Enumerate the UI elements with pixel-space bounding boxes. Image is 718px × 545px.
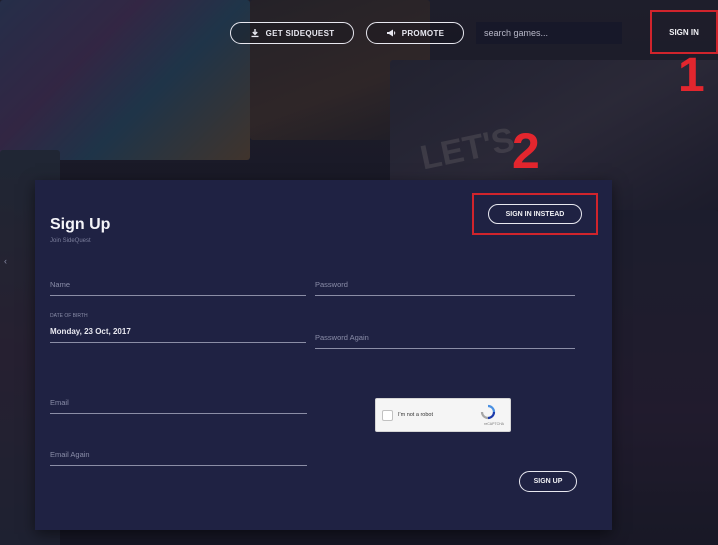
sign-in-instead-highlight: SIGN IN INSTEAD: [472, 193, 598, 235]
sign-up-button[interactable]: SIGN UP: [519, 471, 577, 492]
captcha-footer: reCAPTCHA: [484, 422, 504, 426]
megaphone-icon: [386, 29, 395, 37]
recaptcha-widget: I'm not a robot reCAPTCHA: [375, 398, 511, 432]
promote-button[interactable]: PROMOTE: [366, 22, 464, 44]
email-again-placeholder: Email Again: [50, 450, 90, 459]
date-of-birth-value: Monday, 23 Oct, 2017: [50, 327, 131, 336]
password-placeholder: Password: [315, 280, 348, 289]
annotation-marker-2: 2: [512, 123, 540, 179]
captcha-label: I'm not a robot: [398, 412, 433, 418]
get-sidequest-label: GET SIDEQUEST: [265, 28, 335, 38]
sign-in-button[interactable]: SIGN IN: [669, 28, 699, 37]
download-icon: [251, 29, 259, 38]
page-subtitle: Join SideQuest: [50, 238, 91, 244]
sign-in-highlight: SIGN IN: [650, 10, 718, 54]
sign-up-panel: Sign Up Join SideQuest SIGN IN INSTEAD N…: [35, 180, 612, 530]
search-input[interactable]: [476, 22, 622, 44]
name-placeholder: Name: [50, 280, 71, 289]
annotation-marker-1: 1: [678, 49, 705, 102]
date-of-birth-field[interactable]: DATE OF BIRTH Monday, 23 Oct, 2017: [50, 313, 306, 343]
top-bar: GET SIDEQUEST PROMOTE SIGN IN: [0, 0, 718, 68]
date-of-birth-label: DATE OF BIRTH: [50, 313, 88, 319]
get-sidequest-button[interactable]: GET SIDEQUEST: [230, 22, 354, 44]
carousel-prev-icon[interactable]: ‹: [4, 256, 7, 266]
email-field[interactable]: Email: [50, 390, 307, 414]
password-again-placeholder: Password Again: [315, 333, 369, 342]
sign-in-instead-button[interactable]: SIGN IN INSTEAD: [488, 204, 582, 224]
page-title: Sign Up: [50, 216, 111, 233]
captcha-checkbox[interactable]: [382, 410, 393, 421]
password-field[interactable]: Password: [315, 276, 575, 296]
password-again-field[interactable]: Password Again: [315, 323, 575, 349]
email-placeholder: Email: [50, 398, 69, 407]
name-field[interactable]: Name: [50, 276, 306, 296]
promote-label: PROMOTE: [401, 28, 445, 38]
recaptcha-icon: [480, 404, 496, 420]
email-again-field[interactable]: Email Again: [50, 444, 307, 466]
